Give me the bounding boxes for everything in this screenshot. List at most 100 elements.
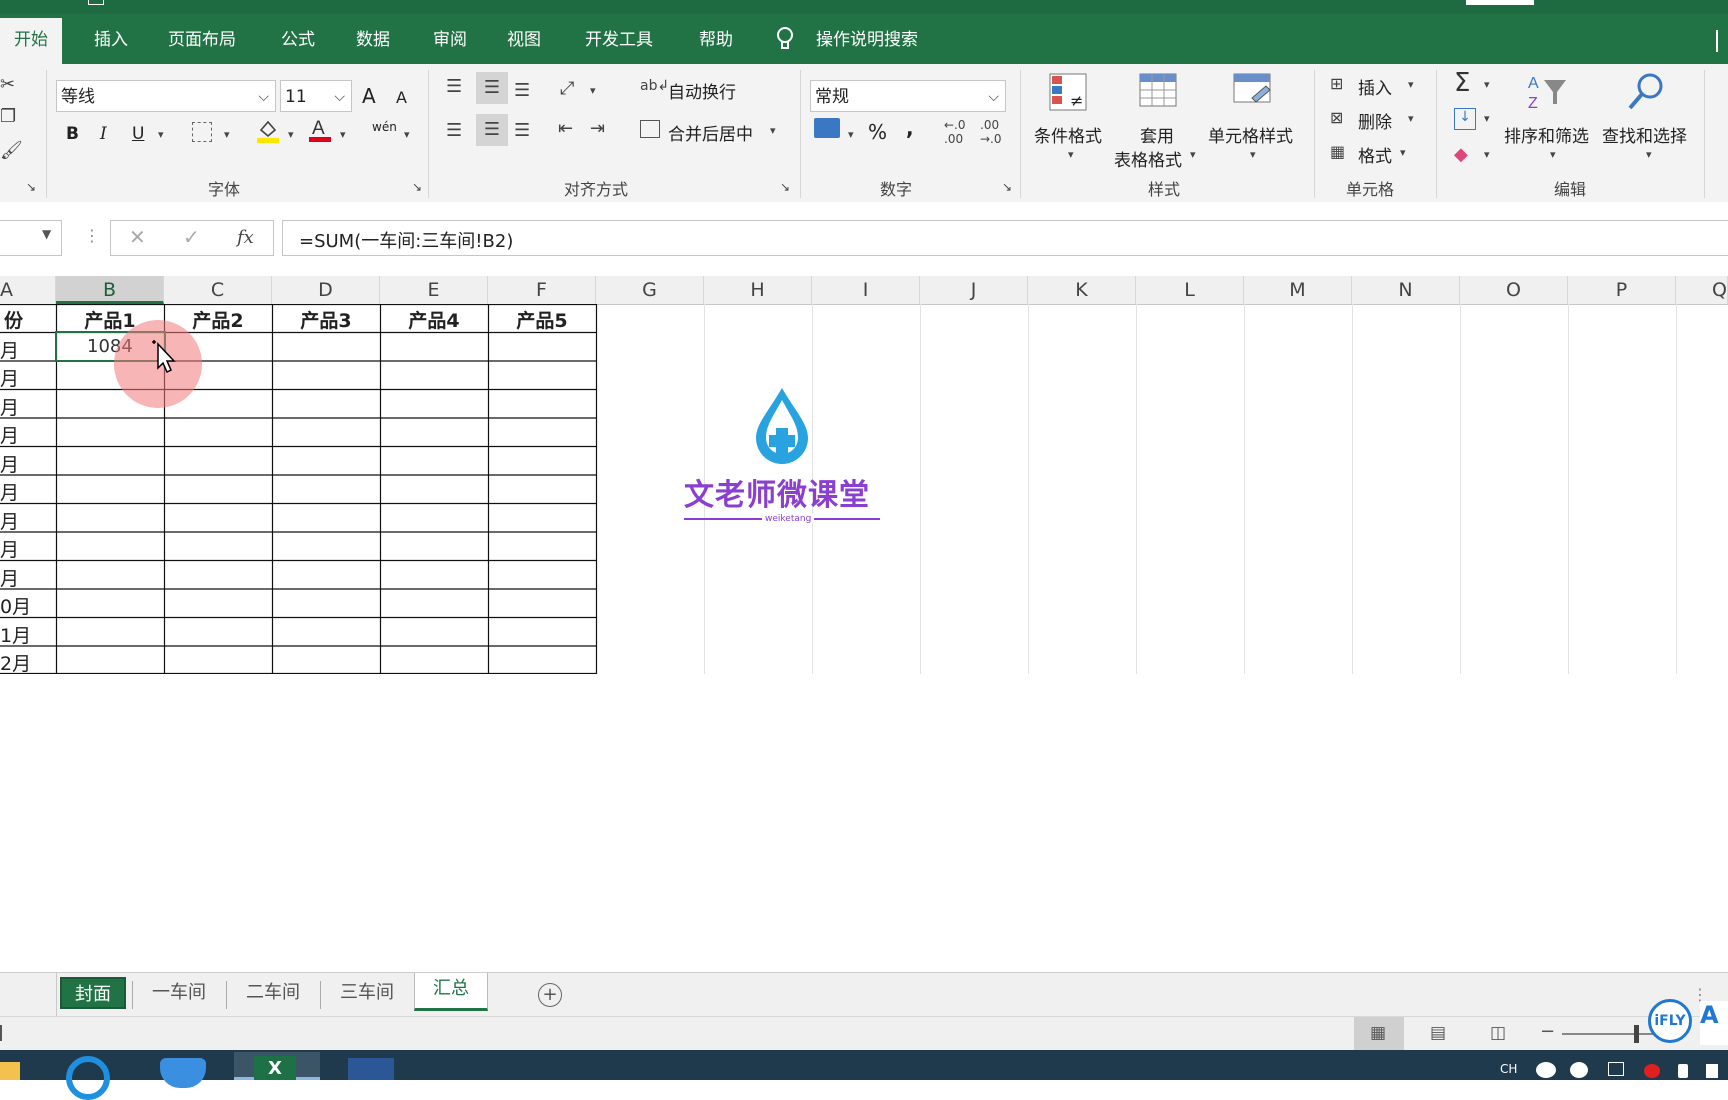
tab-data[interactable]: 数据	[352, 22, 394, 62]
cell-styles-icon[interactable]	[1232, 72, 1274, 112]
header-cell-d[interactable]: 产品3	[272, 306, 380, 333]
chevron-down-icon[interactable]: ▾	[340, 128, 346, 141]
insert-cells-icon[interactable]: ⊞	[1330, 74, 1343, 93]
conditional-format-icon[interactable]: ≠	[1048, 72, 1088, 112]
column-header-o[interactable]: O	[1460, 276, 1568, 304]
format-painter-icon[interactable]: 🖌	[0, 140, 23, 161]
chevron-down-icon[interactable]: ▾	[288, 128, 294, 141]
name-box[interactable]: ▼	[0, 220, 62, 256]
ifly-panel-icon[interactable]: A	[1700, 1001, 1728, 1045]
align-right-icon[interactable]: ☰	[514, 120, 530, 141]
font-color-icon[interactable]: A	[308, 116, 332, 144]
cut-icon[interactable]: ✂	[0, 74, 15, 95]
help-tray-icon[interactable]	[1570, 1062, 1588, 1078]
column-header-e[interactable]: E	[380, 276, 488, 304]
column-header-k[interactable]: K	[1028, 276, 1136, 304]
column-header-d[interactable]: D	[272, 276, 380, 304]
lock-tray-icon[interactable]	[1678, 1064, 1688, 1078]
number-format-select[interactable]: 常规 ⌵	[810, 80, 1006, 112]
chevron-down-icon[interactable]: ▾	[848, 128, 854, 141]
decrease-font-button[interactable]: A	[396, 88, 407, 107]
header-cell-e[interactable]: 产品4	[380, 306, 488, 333]
fill-color-icon[interactable]	[256, 118, 280, 144]
tab-insert[interactable]: 插入	[90, 22, 132, 62]
insert-function-icon[interactable]: fx	[237, 227, 254, 248]
share-icon[interactable]	[1716, 30, 1728, 52]
phonetic-button[interactable]: wén	[372, 120, 397, 134]
find-select-button[interactable]: 查找和选择	[1602, 122, 1687, 147]
chevron-down-icon[interactable]: ▾	[1646, 148, 1652, 161]
font-name-select[interactable]: 等线 ⌵	[56, 80, 276, 112]
merge-center-icon[interactable]	[640, 120, 660, 138]
accounting-format-icon[interactable]	[814, 118, 840, 138]
italic-button[interactable]: I	[100, 124, 107, 144]
row-label[interactable]: 月	[0, 478, 19, 505]
word-icon[interactable]	[348, 1058, 394, 1080]
chevron-down-icon[interactable]: ▾	[1190, 148, 1196, 161]
sheet-tab-workshop-3[interactable]: 三车间	[324, 977, 410, 1009]
wrap-text-icon[interactable]: ab↲	[640, 78, 669, 94]
align-bottom-icon[interactable]: ☰	[514, 80, 530, 101]
sheet-tab-summary[interactable]: 汇总	[414, 973, 488, 1011]
sheet-tab-workshop-1[interactable]: 一车间	[136, 977, 222, 1009]
column-header-q[interactable]: Q	[1676, 276, 1728, 304]
chevron-down-icon[interactable]: ▾	[1550, 148, 1556, 161]
page-break-view-icon[interactable]: ◫	[1490, 1023, 1506, 1043]
tab-formulas[interactable]: 公式	[277, 22, 319, 62]
excel-taskbar-button[interactable]: X	[234, 1052, 320, 1080]
underline-button[interactable]: U	[132, 124, 144, 144]
insert-cells-button[interactable]: 插入	[1358, 74, 1392, 99]
format-table-button-line2[interactable]: 表格格式	[1114, 146, 1182, 171]
format-table-icon[interactable]	[1138, 72, 1180, 112]
column-header-g[interactable]: G	[596, 276, 704, 304]
align-center-icon[interactable]: ☰	[476, 114, 508, 146]
row-label[interactable]: 月	[0, 336, 19, 363]
tell-me-search[interactable]: 操作说明搜索	[812, 22, 922, 62]
orientation-icon[interactable]: ⤢	[560, 78, 574, 99]
chevron-down-icon[interactable]: ▾	[1068, 148, 1074, 161]
chevron-down-icon[interactable]: ▾	[224, 128, 230, 141]
align-top-icon[interactable]: ☰	[446, 76, 462, 97]
format-cells-icon[interactable]: ▦	[1330, 142, 1345, 161]
decrease-decimal-icon[interactable]: .00 →.0	[980, 118, 1002, 146]
chevron-down-icon[interactable]: ▾	[1408, 78, 1414, 91]
tab-review[interactable]: 审阅	[429, 22, 471, 62]
copy-icon[interactable]: ❐	[0, 106, 16, 127]
format-table-button-line1[interactable]: 套用	[1140, 122, 1174, 147]
quick-access-icon[interactable]	[88, 0, 104, 5]
chevron-down-icon[interactable]: ▾	[158, 128, 164, 141]
column-header-b[interactable]: B	[56, 276, 164, 304]
cancel-icon[interactable]: ✕	[129, 225, 146, 249]
enter-icon[interactable]: ✓	[183, 225, 200, 249]
tab-help[interactable]: 帮助	[695, 22, 737, 62]
column-header-l[interactable]: L	[1136, 276, 1244, 304]
align-middle-icon[interactable]: ☰	[476, 72, 508, 104]
row-label[interactable]: 月	[0, 364, 19, 391]
browser-icon[interactable]	[66, 1056, 110, 1100]
row-label[interactable]: 月	[0, 393, 19, 420]
clear-icon[interactable]: ◆	[1454, 144, 1468, 165]
column-header-j[interactable]: J	[920, 276, 1028, 304]
tab-page-layout[interactable]: 页面布局	[164, 22, 240, 62]
column-header-c[interactable]: C	[164, 276, 272, 304]
decrease-indent-icon[interactable]: ⇤	[558, 118, 573, 139]
chevron-down-icon[interactable]: ▾	[1408, 112, 1414, 125]
column-header-f[interactable]: F	[488, 276, 596, 304]
alignment-launcher-icon[interactable]: ↘	[780, 180, 790, 194]
sort-filter-icon[interactable]: AZ	[1526, 70, 1570, 114]
ifly-tray-icon[interactable]	[1536, 1062, 1556, 1078]
chevron-down-icon[interactable]: ▾	[770, 124, 776, 137]
formula-input[interactable]: =SUM(一车间:三车间!B2)	[282, 220, 1728, 256]
font-size-select[interactable]: 11 ⌵	[280, 80, 352, 112]
column-header-n[interactable]: N	[1352, 276, 1460, 304]
tab-developer[interactable]: 开发工具	[581, 22, 657, 62]
column-header-h[interactable]: H	[704, 276, 812, 304]
row-label[interactable]: 月	[0, 450, 19, 477]
column-header-i[interactable]: I	[812, 276, 920, 304]
chevron-down-icon[interactable]: ▾	[1484, 112, 1490, 125]
sort-filter-button[interactable]: 排序和筛选	[1504, 122, 1589, 147]
chevron-down-icon[interactable]: ▾	[1400, 146, 1406, 159]
shield-app-icon[interactable]	[160, 1058, 206, 1088]
delete-cells-icon[interactable]: ⊠	[1330, 108, 1343, 127]
header-cell-f[interactable]: 产品5	[488, 306, 596, 333]
